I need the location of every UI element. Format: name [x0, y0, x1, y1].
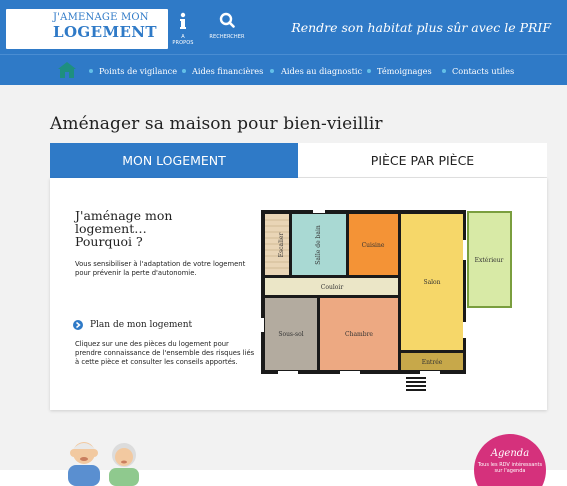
about-label: A PROPOS — [172, 34, 194, 46]
nav-item-points-de-vigilance[interactable]: Points de vigilance — [99, 66, 177, 76]
room-salon[interactable]: Salon — [401, 214, 463, 350]
room-label-exterieur: Extérieur — [475, 257, 504, 264]
room-entree[interactable]: Entrée — [401, 353, 463, 370]
room-sous-sol[interactable]: Sous-sol — [265, 298, 317, 370]
nav-bullet — [89, 69, 93, 73]
about-button[interactable]: A PROPOS — [170, 12, 196, 48]
nav-item-aides-financieres[interactable]: Aides financières — [192, 66, 263, 76]
tab-piece-par-piece[interactable]: PIÈCE PAR PIÈCE — [298, 143, 547, 178]
intro-title: J'aménage mon logement… Pourquoi ? — [75, 208, 173, 249]
room-label-sous-sol: Sous-sol — [278, 331, 303, 338]
logo-line-2: LOGEMENT — [53, 23, 157, 41]
room-label-entree: Entrée — [422, 359, 443, 366]
arrow-circle-icon — [73, 320, 83, 330]
room-label-escalier: Escalier — [278, 233, 285, 258]
nav-item-temoignages[interactable]: Témoignages — [377, 66, 432, 76]
agenda-subtitle: Tous les RDV intéressants sur l'agenda — [477, 462, 543, 474]
plan-link[interactable]: Plan de mon logement — [90, 320, 192, 330]
nav-bullet — [442, 69, 446, 73]
agenda-badge[interactable]: Agenda Tous les RDV intéressants sur l'a… — [474, 434, 546, 486]
seniors-illustration-icon — [68, 442, 139, 486]
info-icon — [180, 12, 186, 29]
logo-line-1: J'AMENAGE MON — [53, 12, 149, 23]
room-chambre[interactable]: Chambre — [320, 298, 398, 370]
room-couloir[interactable]: Couloir — [265, 278, 398, 295]
room-escalier[interactable]: Escalier — [265, 214, 289, 275]
search-icon — [219, 12, 235, 28]
room-label-salle-de-bain: Salle de bain — [315, 225, 322, 265]
room-label-couloir: Couloir — [321, 284, 344, 291]
main-nav: Points de vigilance Aides financières Ai… — [0, 54, 567, 85]
room-cuisine[interactable]: Cuisine — [349, 214, 398, 275]
nav-bullet — [270, 69, 274, 73]
plan-instructions: Cliquez sur une des pièces du logement p… — [75, 340, 255, 366]
nav-bullet — [182, 69, 186, 73]
room-label-cuisine: Cuisine — [362, 242, 385, 249]
intro-text: Vous sensibiliser à l'adaptation de votr… — [75, 260, 246, 277]
search-button[interactable]: RECHERCHER — [202, 12, 252, 48]
nav-bullet — [367, 69, 371, 73]
home-icon[interactable] — [57, 61, 77, 79]
room-label-chambre: Chambre — [345, 331, 373, 338]
page-title: Aménager sa maison pour bien-vieillir — [50, 114, 383, 134]
room-exterieur[interactable]: Extérieur — [467, 211, 512, 308]
header-tagline: Rendre son habitat plus sûr avec le PRIF — [291, 20, 551, 35]
site-logo[interactable]: J'AMENAGE MON LOGEMENT — [6, 9, 168, 49]
agenda-title: Agenda — [490, 448, 530, 459]
room-salle-de-bain[interactable]: Salle de bain — [292, 214, 346, 275]
room-label-salon: Salon — [423, 279, 440, 286]
tab-mon-logement[interactable]: MON LOGEMENT — [50, 143, 298, 178]
nav-item-contacts-utiles[interactable]: Contacts utiles — [452, 66, 514, 76]
site-header: J'AMENAGE MON LOGEMENT A PROPOS RECHERCH… — [0, 0, 567, 54]
nav-item-aides-au-diagnostic[interactable]: Aides au diagnostic — [281, 66, 362, 76]
search-label: RECHERCHER — [209, 34, 245, 40]
